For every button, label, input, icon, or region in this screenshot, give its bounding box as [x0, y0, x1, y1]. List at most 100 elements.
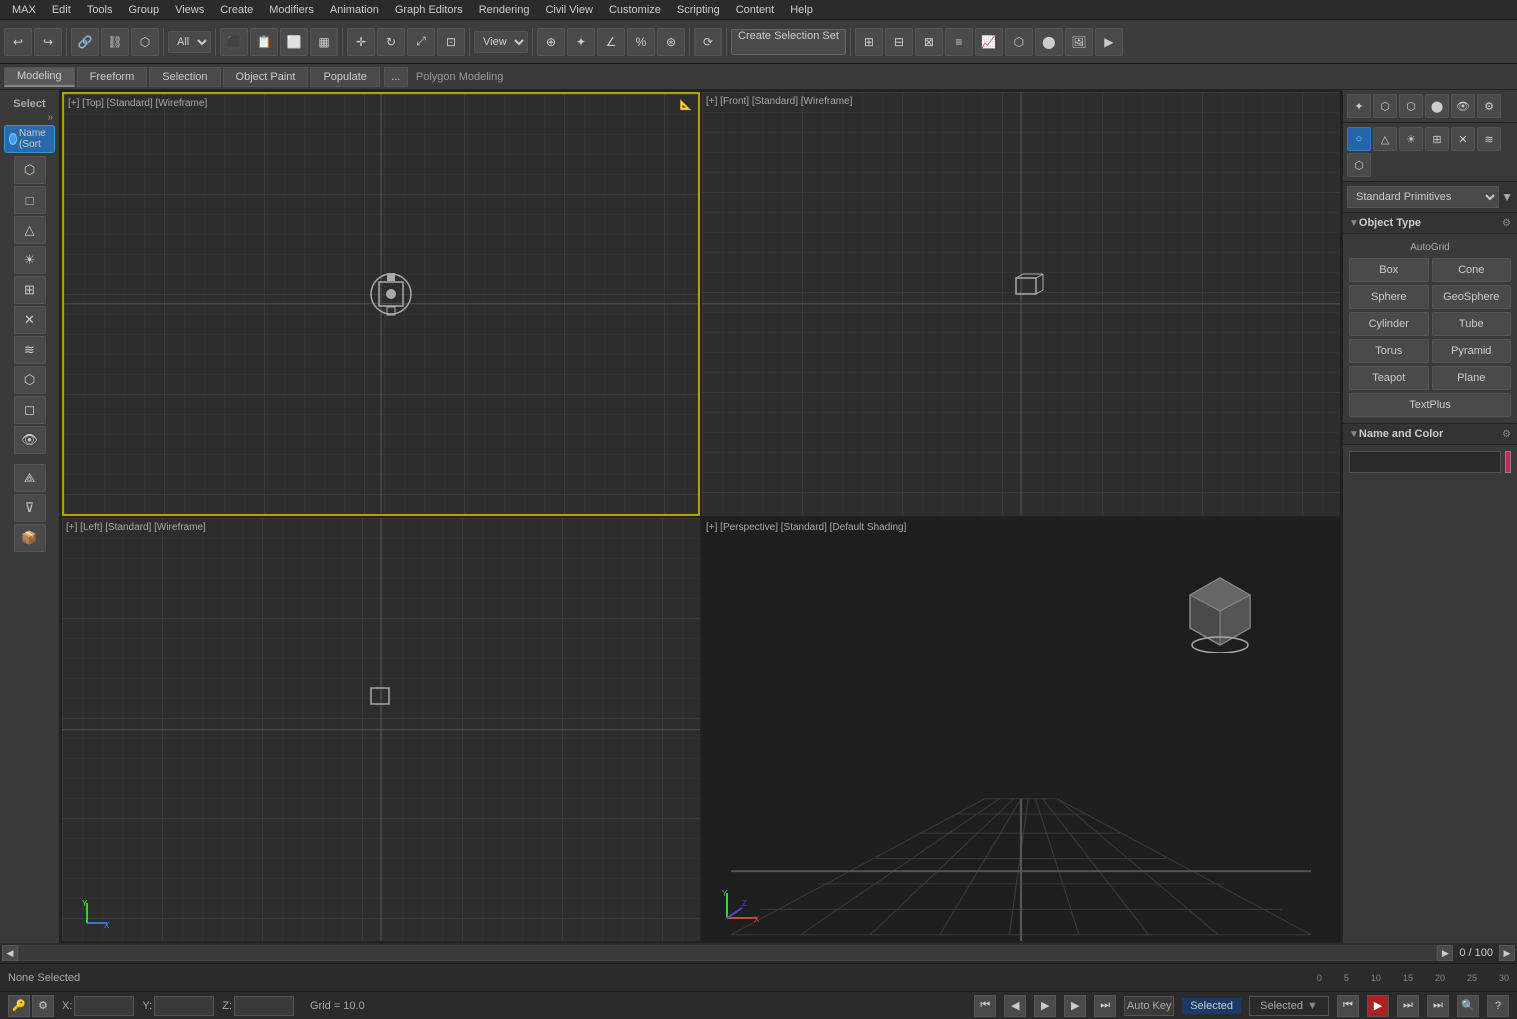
- undo-scene-op[interactable]: ⟳: [694, 28, 722, 56]
- primitives-dropdown[interactable]: Standard Primitives: [1347, 186, 1499, 208]
- object-name-input[interactable]: [1349, 451, 1501, 473]
- undo-button[interactable]: ↩: [4, 28, 32, 56]
- sidebar-container[interactable]: 📦: [14, 524, 46, 552]
- unlink-button[interactable]: ⛓: [101, 28, 129, 56]
- sidebar-lights[interactable]: ☀: [14, 246, 46, 274]
- menu-tools[interactable]: Tools: [79, 4, 121, 16]
- selection-filter-dropdown[interactable]: All: [168, 31, 211, 53]
- material-editor[interactable]: ⬤: [1035, 28, 1063, 56]
- align2-button[interactable]: ⊠: [915, 28, 943, 56]
- spinner-snap[interactable]: ⊛: [657, 28, 685, 56]
- object-color-swatch[interactable]: [1505, 451, 1511, 473]
- menu-customize[interactable]: Customize: [601, 4, 669, 16]
- tab-populate[interactable]: Populate: [310, 67, 379, 87]
- sidebar-helpers[interactable]: ✕: [14, 306, 46, 334]
- menu-modifiers[interactable]: Modifiers: [261, 4, 322, 16]
- percent-snap[interactable]: %: [627, 28, 655, 56]
- menu-group[interactable]: Group: [121, 4, 168, 16]
- last-frame-btn[interactable]: ⏭: [1427, 995, 1449, 1017]
- cone-button[interactable]: Cone: [1432, 258, 1512, 282]
- timeline-track[interactable]: [18, 945, 1437, 961]
- mirror-button[interactable]: ⊞: [855, 28, 883, 56]
- prev-key-btn[interactable]: ◀: [1004, 995, 1026, 1017]
- select-by-name-button[interactable]: 📋: [250, 28, 278, 56]
- panel-spacewarp-type-btn[interactable]: ≋: [1477, 127, 1501, 151]
- bind-space-warp[interactable]: ⬡: [131, 28, 159, 56]
- prev-frame-btn[interactable]: ⏮: [974, 995, 996, 1017]
- menu-rendering[interactable]: Rendering: [471, 4, 538, 16]
- fence-selection-button[interactable]: ▦: [310, 28, 338, 56]
- viewport-top[interactable]: [+] [Top] [Standard] [Wireframe]: [62, 92, 700, 516]
- x-coord-input[interactable]: [74, 996, 134, 1016]
- sidebar-systems[interactable]: ⬡: [14, 366, 46, 394]
- tube-button[interactable]: Tube: [1432, 312, 1512, 336]
- tab-object-paint[interactable]: Object Paint: [223, 67, 309, 87]
- angle-snap[interactable]: ∠: [597, 28, 625, 56]
- plane-button[interactable]: Plane: [1432, 366, 1512, 390]
- time-config-btn[interactable]: ⚙: [32, 995, 54, 1017]
- use-pivot-point[interactable]: ⊕: [537, 28, 565, 56]
- viewport-left[interactable]: [+] [Left] [Standard] [Wireframe]: [62, 518, 700, 942]
- y-coord-input[interactable]: [154, 996, 214, 1016]
- link-button[interactable]: 🔗: [71, 28, 99, 56]
- create-selection-set-button[interactable]: Create Selection Set: [731, 29, 846, 55]
- object-type-header[interactable]: ▼ Object Type ⚙: [1343, 212, 1517, 234]
- play-animation-btn[interactable]: ▶: [1367, 995, 1389, 1017]
- rectangular-selection-button[interactable]: ⬜: [280, 28, 308, 56]
- layer-manager[interactable]: ≡: [945, 28, 973, 56]
- sidebar-display[interactable]: 👁: [14, 426, 46, 454]
- timeline-scroll-left[interactable]: ◀: [2, 945, 18, 961]
- select-move-button[interactable]: ✛: [347, 28, 375, 56]
- sidebar-sets[interactable]: ◻: [14, 396, 46, 424]
- torus-button[interactable]: Torus: [1349, 339, 1429, 363]
- teapot-button[interactable]: Teapot: [1349, 366, 1429, 390]
- panel-shape-type-btn[interactable]: △: [1373, 127, 1397, 151]
- select-rotate-button[interactable]: ↻: [377, 28, 405, 56]
- tab-selection[interactable]: Selection: [149, 67, 220, 87]
- play-btn[interactable]: ▶: [1034, 995, 1056, 1017]
- menu-graph-editors[interactable]: Graph Editors: [387, 4, 471, 16]
- next-frame-btn[interactable]: ⏭: [1094, 995, 1116, 1017]
- name-color-header[interactable]: ▼ Name and Color ⚙: [1343, 423, 1517, 445]
- view-dropdown[interactable]: View: [474, 31, 528, 53]
- next-key-btn[interactable]: ▶: [1064, 995, 1086, 1017]
- tab-modeling[interactable]: Modeling: [4, 67, 75, 87]
- panel-create-btn[interactable]: ✦: [1347, 94, 1371, 118]
- select-scale-button[interactable]: ⤢: [407, 28, 435, 56]
- sidebar-spacewarps[interactable]: ≋: [14, 336, 46, 364]
- search-btn[interactable]: 🔍: [1457, 995, 1479, 1017]
- timeline-end[interactable]: ▶: [1499, 945, 1515, 961]
- menu-create[interactable]: Create: [212, 4, 261, 16]
- menu-edit[interactable]: Edit: [44, 4, 79, 16]
- sidebar-shapes[interactable]: △: [14, 216, 46, 244]
- sidebar-select-filter[interactable]: ⬡: [14, 156, 46, 184]
- name-sort-filter[interactable]: Name (Sort: [4, 125, 55, 153]
- reference-coord-dropdown[interactable]: ⊡: [437, 28, 465, 56]
- geosphere-button[interactable]: GeoSphere: [1432, 285, 1512, 309]
- render-setup[interactable]: 🖼: [1065, 28, 1093, 56]
- sidebar-cameras[interactable]: ⊞: [14, 276, 46, 304]
- tab-freeform[interactable]: Freeform: [77, 67, 148, 87]
- sidebar-geometry[interactable]: □: [14, 186, 46, 214]
- panel-motion-btn[interactable]: ⬤: [1425, 94, 1449, 118]
- select-object-button[interactable]: ⬛: [220, 28, 248, 56]
- pyramid-button[interactable]: Pyramid: [1432, 339, 1512, 363]
- prev-transport-btn[interactable]: ⏮: [1337, 995, 1359, 1017]
- menu-civil-view[interactable]: Civil View: [537, 4, 600, 16]
- panel-modify-btn[interactable]: ⬡: [1373, 94, 1397, 118]
- box-button[interactable]: Box: [1349, 258, 1429, 282]
- viewport-front[interactable]: [+] [Front] [Standard] [Wireframe]: [702, 92, 1340, 516]
- menu-scripting[interactable]: Scripting: [669, 4, 728, 16]
- selected-dropdown[interactable]: Selected ▼: [1249, 996, 1329, 1016]
- tabs-overflow-button[interactable]: ...: [384, 67, 408, 87]
- auto-key-btn[interactable]: Auto Key: [1124, 996, 1174, 1016]
- key-mode-toggle[interactable]: 🔑: [8, 995, 30, 1017]
- z-coord-input[interactable]: [234, 996, 294, 1016]
- primitives-dropdown-arrow[interactable]: ▼: [1501, 190, 1513, 204]
- snap-toggle[interactable]: ✦: [567, 28, 595, 56]
- sidebar-modifier[interactable]: ⟁: [14, 464, 46, 492]
- redo-button[interactable]: ↪: [34, 28, 62, 56]
- render-frame[interactable]: ▶: [1095, 28, 1123, 56]
- panel-light-type-btn[interactable]: ☀: [1399, 127, 1423, 151]
- panel-geometry-type-btn[interactable]: ○: [1347, 127, 1371, 151]
